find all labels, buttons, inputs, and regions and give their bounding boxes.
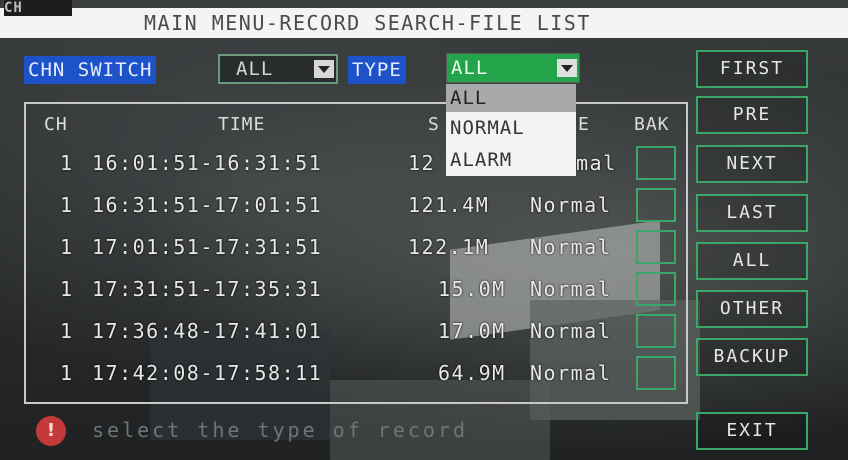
type-value: ALL [451, 57, 489, 79]
column-header-type: E [578, 114, 590, 135]
row-2-size: 121.4M [408, 193, 490, 217]
row-5-type: Normal [530, 319, 612, 343]
row-4-ch: 1 [60, 277, 74, 301]
column-header-size: S [428, 114, 440, 135]
row-5-ch: 1 [60, 319, 74, 343]
row-3-type: Normal [530, 235, 612, 259]
row-3-backup-checkbox[interactable] [636, 230, 676, 264]
next-button[interactable]: NEXT [696, 145, 808, 183]
row-1-size: 12 [408, 151, 436, 175]
first-button[interactable]: FIRST [696, 50, 808, 88]
column-header-bak: BAK [634, 114, 670, 135]
row-3-size: 122.1M [408, 235, 490, 259]
chn-switch-label: CHN SWITCH [24, 56, 157, 84]
chn-switch-select[interactable]: ALL [218, 54, 338, 84]
all-button[interactable]: ALL [696, 242, 808, 280]
page-title: MAIN MENU-RECORD SEARCH-FILE LIST [144, 11, 591, 35]
alert-icon [36, 416, 66, 446]
pre-button[interactable]: PRE [696, 96, 808, 134]
row-5-time[interactable]: 17:36:48-17:41:01 [92, 316, 322, 346]
type-select[interactable]: ALL [446, 53, 580, 83]
type-option-normal[interactable]: NORMAL [446, 114, 576, 142]
chevron-down-icon[interactable] [557, 59, 577, 77]
row-6-backup-checkbox[interactable] [636, 356, 676, 390]
column-header-time: TIME [218, 114, 266, 135]
row-4-backup-checkbox[interactable] [636, 272, 676, 306]
type-label: TYPE [348, 56, 406, 84]
backup-button[interactable]: BACKUP [696, 338, 808, 376]
column-header-ch: CH [44, 114, 68, 135]
row-4-time[interactable]: 17:31:51-17:35:31 [92, 274, 322, 304]
row-1-time[interactable]: 16:01:51-16:31:51 [92, 148, 322, 178]
row-3-time[interactable]: 17:01:51-17:31:51 [92, 232, 322, 262]
type-dropdown-list: ALL NORMAL ALARM [446, 84, 576, 176]
last-button[interactable]: LAST [696, 194, 808, 232]
row-4-size: 15.0M [438, 277, 506, 301]
row-2-ch: 1 [60, 193, 74, 217]
row-4-type: Normal [530, 277, 612, 301]
row-2-backup-checkbox[interactable] [636, 188, 676, 222]
row-2-type: Normal [530, 193, 612, 217]
row-3-ch: 1 [60, 235, 74, 259]
row-6-time[interactable]: 17:42:08-17:58:11 [92, 358, 322, 388]
row-1-ch: 1 [60, 151, 74, 175]
row-6-size: 64.9M [438, 361, 506, 385]
row-5-size: 17.0M [438, 319, 506, 343]
chevron-down-icon[interactable] [314, 60, 334, 78]
type-option-all[interactable]: ALL [446, 84, 576, 112]
brand-logo: CH [4, 0, 72, 16]
row-5-backup-checkbox[interactable] [636, 314, 676, 348]
chn-switch-value: ALL [236, 58, 274, 80]
row-1-type: mal [576, 151, 617, 175]
status-hint: select the type of record [92, 418, 469, 442]
exit-button[interactable]: EXIT [696, 412, 808, 450]
type-option-alarm[interactable]: ALARM [446, 146, 576, 174]
row-2-time[interactable]: 16:31:51-17:01:51 [92, 190, 322, 220]
other-button[interactable]: OTHER [696, 290, 808, 328]
row-6-type: Normal [530, 361, 612, 385]
row-6-ch: 1 [60, 361, 74, 385]
row-1-backup-checkbox[interactable] [636, 146, 676, 180]
